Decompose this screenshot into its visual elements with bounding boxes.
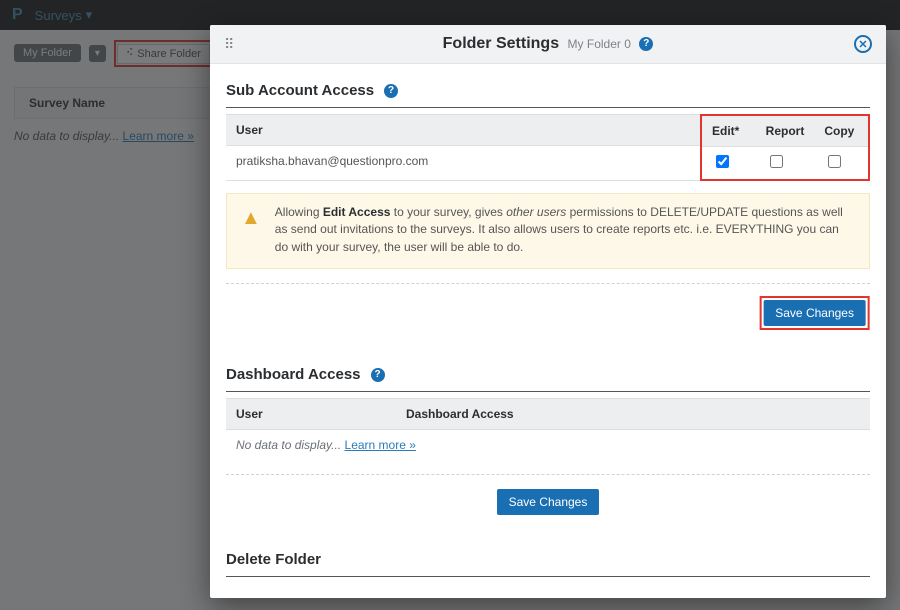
delete-folder-title: Delete Folder: [226, 551, 870, 568]
section-rule: [226, 391, 870, 392]
user-header: User: [226, 115, 700, 146]
modal-header: ⠿ Folder Settings My Folder 0 ? ✕: [210, 25, 886, 64]
copy-header: Copy: [814, 116, 868, 147]
edit-header: Edit*: [702, 116, 756, 147]
dashboard-learn-more-link[interactable]: Learn more »: [345, 438, 416, 452]
dashboard-access-title: Dashboard Access ?: [226, 366, 870, 383]
save-changes-button[interactable]: Save Changes: [763, 300, 866, 326]
edit-checkbox[interactable]: [716, 155, 729, 168]
warning-text: Allowing Edit Access to your survey, giv…: [275, 204, 855, 256]
report-cell: [756, 147, 815, 179]
help-icon[interactable]: ?: [639, 37, 653, 51]
help-icon[interactable]: ?: [384, 84, 398, 98]
dashed-separator: [226, 474, 870, 475]
warn-t2: to your survey, gives: [390, 205, 506, 219]
save-changes-highlight: Save Changes: [759, 296, 870, 330]
dashboard-table-header: User Dashboard Access: [226, 398, 870, 430]
section-rule: [226, 107, 870, 108]
warn-b1: Edit Access: [323, 205, 391, 219]
modal-title: Folder Settings: [443, 35, 559, 52]
copy-checkbox[interactable]: [828, 155, 841, 168]
report-checkbox[interactable]: [770, 155, 783, 168]
folder-settings-modal: ⠿ Folder Settings My Folder 0 ? ✕ Sub Ac…: [210, 25, 886, 598]
help-icon[interactable]: ?: [371, 368, 385, 382]
no-data-text: No data to display...: [236, 438, 345, 452]
warning-icon: ▲: [241, 208, 261, 228]
copy-cell: [814, 147, 868, 179]
dashboard-access-header: Dashboard Access: [396, 399, 870, 429]
permissions-highlight: Edit* Report Copy: [700, 114, 870, 181]
warn-i1: other users: [506, 205, 566, 219]
report-header: Report: [756, 116, 815, 147]
modal-body: Sub Account Access ? User pratiksha.bhav…: [210, 64, 886, 598]
modal-subtitle: My Folder 0: [568, 37, 631, 51]
user-cell: pratiksha.bhavan@questionpro.com: [226, 146, 700, 176]
dashboard-save-button[interactable]: Save Changes: [497, 489, 600, 515]
edit-cell: [702, 147, 756, 179]
close-icon[interactable]: ✕: [854, 35, 872, 53]
user-column: User pratiksha.bhavan@questionpro.com: [226, 114, 700, 181]
sub-account-table: User pratiksha.bhavan@questionpro.com Ed…: [226, 114, 870, 181]
dashed-separator: [226, 283, 870, 284]
dashboard-user-header: User: [226, 399, 396, 429]
section-title-text: Sub Account Access: [226, 82, 374, 99]
dashboard-no-data: No data to display... Learn more »: [226, 430, 870, 460]
delete-folder-row: Delete Folder: [226, 591, 870, 598]
section-title-text: Dashboard Access: [226, 366, 361, 383]
section-rule: [226, 576, 870, 577]
warn-t1: Allowing: [275, 205, 323, 219]
sub-account-access-title: Sub Account Access ?: [226, 82, 870, 99]
edit-access-warning: ▲ Allowing Edit Access to your survey, g…: [226, 193, 870, 269]
drag-handle-icon[interactable]: ⠿: [224, 41, 233, 47]
